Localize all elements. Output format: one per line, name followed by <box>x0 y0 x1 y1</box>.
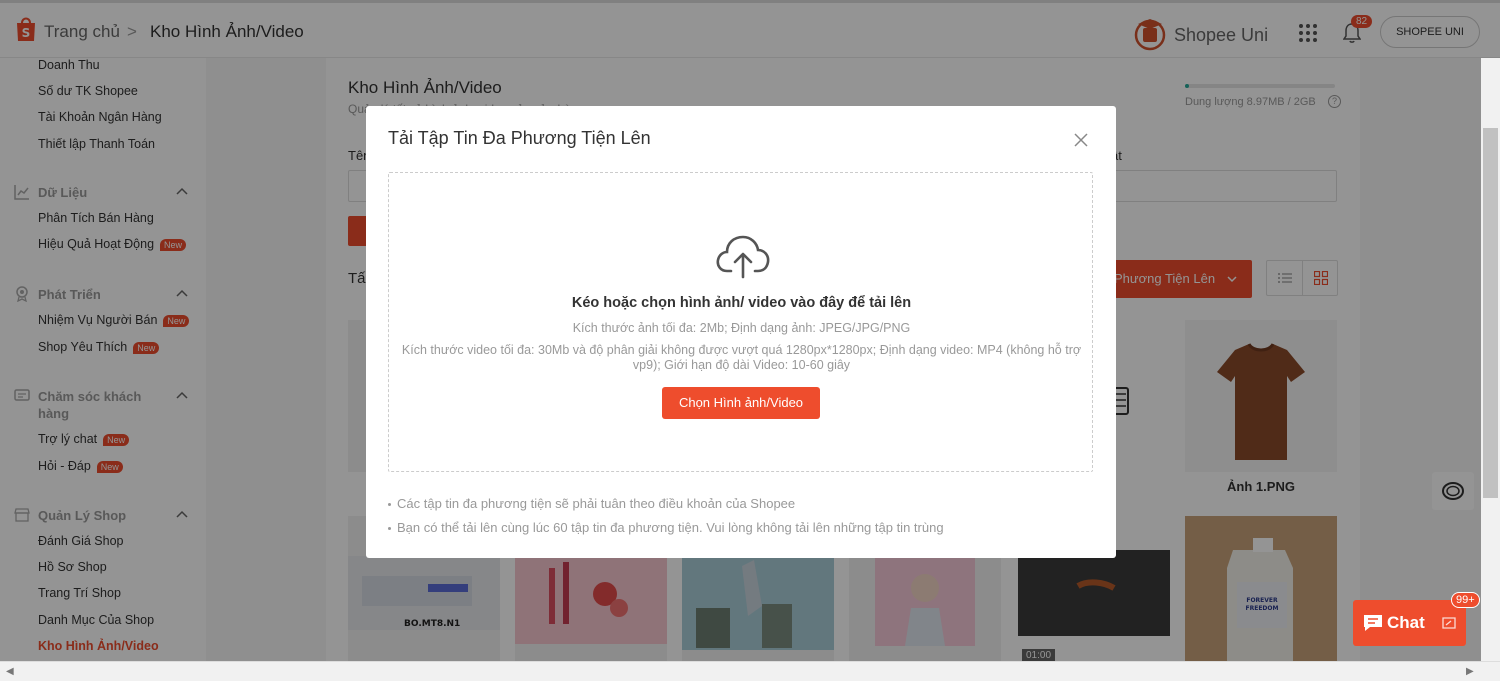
chat-unread-badge: 99+ <box>1451 592 1480 608</box>
chat-button[interactable]: Chat <box>1353 600 1466 646</box>
video-rule-text: Kích thước video tối đa: 30Mb và độ phân… <box>401 343 1082 372</box>
bullet-icon <box>388 503 391 507</box>
cloud-upload-icon <box>716 235 770 279</box>
note-text: Các tập tin đa phương tiện sẽ phải tuân … <box>397 496 796 511</box>
modal-note: Các tập tin đa phương tiện sẽ phải tuân … <box>388 496 795 511</box>
upload-media-modal: Tải Tập Tin Đa Phương Tiện Lên Kéo hoặc … <box>366 106 1116 558</box>
horizontal-scrollbar[interactable]: ◀ ▶ <box>0 661 1500 681</box>
chat-label: Chat <box>1387 613 1425 632</box>
dropzone-title: Kéo hoặc chọn hình ảnh/ video vào đây để… <box>571 295 912 311</box>
bullet-icon <box>388 527 391 531</box>
modal-note: Bạn có thể tải lên cùng lúc 60 tập tin đ… <box>388 520 944 535</box>
note-text: Bạn có thể tải lên cùng lúc 60 tập tin đ… <box>397 520 944 535</box>
scroll-left-icon[interactable]: ◀ <box>6 666 14 677</box>
scrollbar-thumb[interactable] <box>1483 128 1498 498</box>
chat-bubble-icon <box>1364 615 1382 631</box>
expand-chat-icon[interactable] <box>1441 615 1457 631</box>
select-media-button[interactable]: Chọn Hình ảnh/Video <box>662 387 820 419</box>
close-icon[interactable] <box>1073 132 1089 148</box>
vertical-scrollbar[interactable] <box>1481 58 1500 661</box>
modal-title: Tải Tập Tin Đa Phương Tiện Lên <box>388 128 651 148</box>
image-rule-text: Kích thước ảnh tối đa: 2Mb; Định dạng ản… <box>572 321 911 335</box>
scroll-right-icon[interactable]: ▶ <box>1466 666 1474 677</box>
upload-dropzone[interactable]: Kéo hoặc chọn hình ảnh/ video vào đây để… <box>388 172 1093 472</box>
